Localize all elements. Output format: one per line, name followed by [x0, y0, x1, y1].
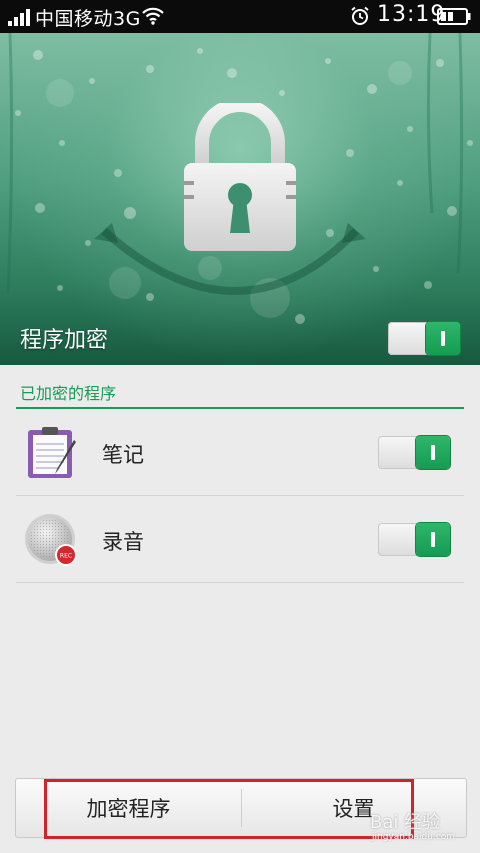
carrier-name: 中国移动3G: [35, 8, 141, 30]
section-divider: [16, 407, 464, 409]
status-bar: 中国移动3G 13:19: [0, 0, 480, 33]
hero-banner: 程序加密: [0, 33, 480, 365]
toggle-knob-on: [416, 436, 450, 469]
battery-icon: [437, 8, 471, 25]
recorder-rec-icon: REC: [25, 514, 77, 566]
master-encryption-toggle[interactable]: [388, 322, 460, 355]
alarm-clock-icon: [351, 6, 369, 25]
toggle-knob-on: [416, 523, 450, 556]
recorder-encryption-toggle[interactable]: [378, 523, 450, 556]
svg-text:REC: REC: [60, 553, 72, 560]
row-divider: [16, 495, 464, 496]
app-label-recorder: 录音: [102, 530, 144, 554]
list-item: REC 录音: [16, 497, 464, 583]
annotation-highlight-box: [44, 779, 414, 839]
toggle-knob-on: [426, 322, 460, 355]
notes-encryption-toggle[interactable]: [378, 436, 450, 469]
padlock-icon: [184, 103, 296, 251]
section-title: 已加密的程序: [20, 384, 117, 403]
watermark: Bai 经验 jingyan.baidu.com: [370, 808, 480, 852]
notes-clipboard-icon: [28, 427, 76, 478]
row-divider: [16, 582, 464, 583]
watermark-text: Bai 经验: [370, 812, 441, 833]
signal-strength-icon: [8, 9, 30, 26]
page-title: 程序加密: [20, 328, 109, 353]
watermark-url: jingyan.baidu.com: [372, 832, 456, 842]
status-time: 13:19: [377, 2, 446, 27]
app-label-notes: 笔记: [102, 443, 144, 467]
wifi-icon: [142, 7, 164, 25]
list-item: 笔记: [16, 410, 464, 496]
